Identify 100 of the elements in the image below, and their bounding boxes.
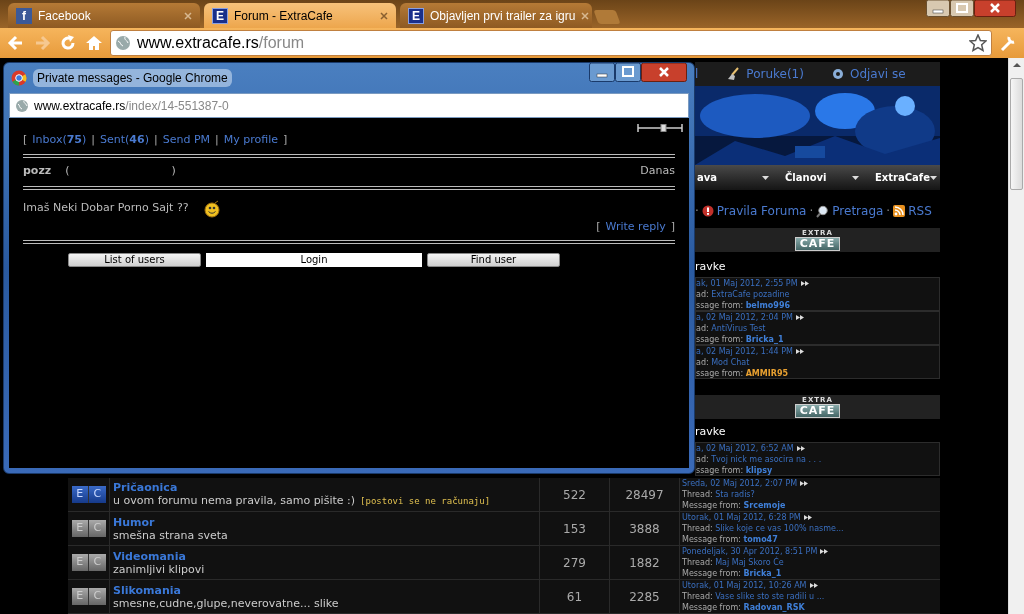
author-link[interactable]: Bricka_1 xyxy=(743,568,782,579)
nav-link[interactable]: Send PM xyxy=(162,132,210,149)
thread-label: ad: xyxy=(696,356,710,368)
author-link[interactable]: Srcemoje xyxy=(743,500,786,511)
topic-count: 522 xyxy=(563,486,586,504)
post-date[interactable]: Utorak, 01 Maj 2012, 10:26 AM xyxy=(682,580,807,591)
caret-icon xyxy=(762,175,769,180)
arrow-icon[interactable] xyxy=(800,480,810,487)
sender-name: pozz xyxy=(23,163,52,180)
author-label: Message from: xyxy=(682,500,742,511)
separator-dot: · xyxy=(695,203,699,220)
thread-link[interactable]: Maj Maj Skoro Će xyxy=(715,557,784,568)
browser-tab[interactable]: E Forum - ExtraCafe xyxy=(204,3,396,28)
author-link[interactable]: Bricka_1 xyxy=(745,333,784,345)
url-text: www.extracafe.rs/index/14-551387-0 xyxy=(34,97,229,115)
post-date[interactable]: a, 02 Maj 2012, 6:52 AM xyxy=(696,442,794,454)
search-icon xyxy=(816,204,830,218)
maximize-icon[interactable] xyxy=(950,0,974,17)
minimize-icon[interactable] xyxy=(926,0,950,17)
thread-link[interactable]: Slike koje ce vas 100% nasme... xyxy=(715,523,844,534)
author-link[interactable]: Radovan_RSK xyxy=(743,602,805,613)
arrow-icon[interactable] xyxy=(795,313,805,321)
forum-title[interactable]: Humor xyxy=(113,515,539,529)
user-link[interactable]: l xyxy=(695,65,699,83)
thread-label: Thread: xyxy=(682,489,714,500)
post-date[interactable]: Ponedeljak, 30 Apr 2012, 8:51 PM xyxy=(682,546,818,557)
user-link[interactable]: Poruke(1) xyxy=(746,65,804,83)
scroll-thumb[interactable] xyxy=(1010,78,1023,190)
address-bar[interactable]: www.extracafe.rs/forum xyxy=(110,30,992,56)
nav-link[interactable]: Pretraga xyxy=(832,202,884,220)
browser-tab[interactable]: E Objavljen prvi trailer za igru xyxy=(400,3,592,28)
button[interactable]: Find user xyxy=(427,253,560,267)
favicon: E xyxy=(408,7,424,24)
arrow-icon[interactable] xyxy=(809,582,819,589)
arrow-icon[interactable] xyxy=(820,548,830,555)
thread-label: ad: xyxy=(696,322,710,334)
star-icon[interactable] xyxy=(969,34,987,52)
nav-link[interactable]: RSS xyxy=(908,202,932,220)
nav-link[interactable]: Inbox(75) xyxy=(32,132,87,149)
globe-icon xyxy=(115,35,131,51)
thread-link[interactable]: AntiVirus Test xyxy=(711,322,766,334)
thread-link[interactable]: Tvoj nick me asocira na . . . xyxy=(711,453,822,465)
reply-link[interactable]: Write reply xyxy=(605,218,666,235)
forum-title[interactable]: Pričaonica xyxy=(113,480,539,494)
button[interactable]: Login xyxy=(206,253,422,267)
button[interactable]: List of users xyxy=(68,253,201,267)
post-date[interactable]: a, 02 Maj 2012, 1:44 PM xyxy=(696,345,793,357)
author-link[interactable]: AMMIR95 xyxy=(745,367,789,379)
maximize-icon[interactable] xyxy=(615,63,641,82)
menu-item[interactable]: ava xyxy=(695,170,775,185)
thread-label: Thread: xyxy=(682,557,714,568)
forum-icon: E C xyxy=(71,588,106,605)
arrow-icon[interactable] xyxy=(800,279,810,287)
post-date[interactable]: ak, 01 Maj 2012, 2:55 PM xyxy=(696,277,798,289)
author-link[interactable]: klipsy xyxy=(745,464,773,476)
thread-link[interactable]: Mod Chat xyxy=(711,356,750,368)
arrow-icon[interactable] xyxy=(803,514,813,521)
separator-dot: · xyxy=(886,203,891,220)
thread-label: Thread: xyxy=(682,591,714,602)
separator: | xyxy=(215,132,219,148)
scrollbar[interactable] xyxy=(1008,58,1024,614)
thread-link[interactable]: Vase slike sto ste radili u ... xyxy=(715,591,825,602)
close-icon[interactable] xyxy=(641,63,687,82)
forum-note: [postovi se ne računaju] xyxy=(360,494,491,508)
author-link[interactable]: tomo47 xyxy=(743,534,778,545)
menu-item[interactable]: Članovi xyxy=(775,170,865,185)
user-link[interactable]: Odjavi se xyxy=(849,65,906,83)
window-title: Private messages - Google Chrome xyxy=(33,69,232,87)
thread-label: Thread: xyxy=(682,523,714,534)
column-heading: ravke xyxy=(695,424,726,441)
nav-link[interactable]: Sent(46) xyxy=(100,132,149,149)
browser-tab[interactable]: f Facebook xyxy=(8,3,200,28)
close-icon[interactable] xyxy=(974,0,1016,17)
thread-link[interactable]: Sta radis? xyxy=(715,489,755,500)
nav-link[interactable]: Pravila Foruma xyxy=(716,202,807,220)
minimize-icon[interactable] xyxy=(589,63,615,82)
post-date[interactable]: a, 02 Maj 2012, 2:04 PM xyxy=(696,311,793,323)
menu-item[interactable]: ExtraCafe xyxy=(865,170,940,185)
forum-icon: E C xyxy=(71,520,106,537)
post-date[interactable]: Utorak, 01 Maj 2012, 6:28 PM xyxy=(682,512,801,523)
favicon: f xyxy=(16,7,32,24)
thread-link[interactable]: ExtraCafe pozadine xyxy=(711,288,790,300)
topic-count: 153 xyxy=(563,520,586,538)
forum-title[interactable]: Slikomania xyxy=(113,583,539,597)
arrow-icon[interactable] xyxy=(795,347,805,355)
forum-title[interactable]: Videomania xyxy=(113,549,539,563)
nav-link[interactable]: My profile xyxy=(223,132,278,149)
author-link[interactable]: belmo996 xyxy=(745,299,791,311)
slider-icon xyxy=(637,122,683,134)
chrome-icon xyxy=(11,70,27,86)
address-bar[interactable]: www.extracafe.rs/index/14-551387-0 xyxy=(9,93,689,118)
post-date[interactable]: Sreda, 02 Maj 2012, 2:07 PM xyxy=(682,478,798,489)
post-count: 3888 xyxy=(629,520,660,538)
author-label: ssage from: xyxy=(696,333,745,345)
column-heading: ravke xyxy=(695,259,726,276)
tab-title: Objavljen prvi trailer za igru xyxy=(430,7,576,25)
author-label: Message from: xyxy=(682,534,742,545)
message-text: Imaš Neki Dobar Porno Sajt ?? xyxy=(23,200,189,217)
arrow-icon[interactable] xyxy=(796,444,806,452)
paren: ) xyxy=(171,163,177,180)
